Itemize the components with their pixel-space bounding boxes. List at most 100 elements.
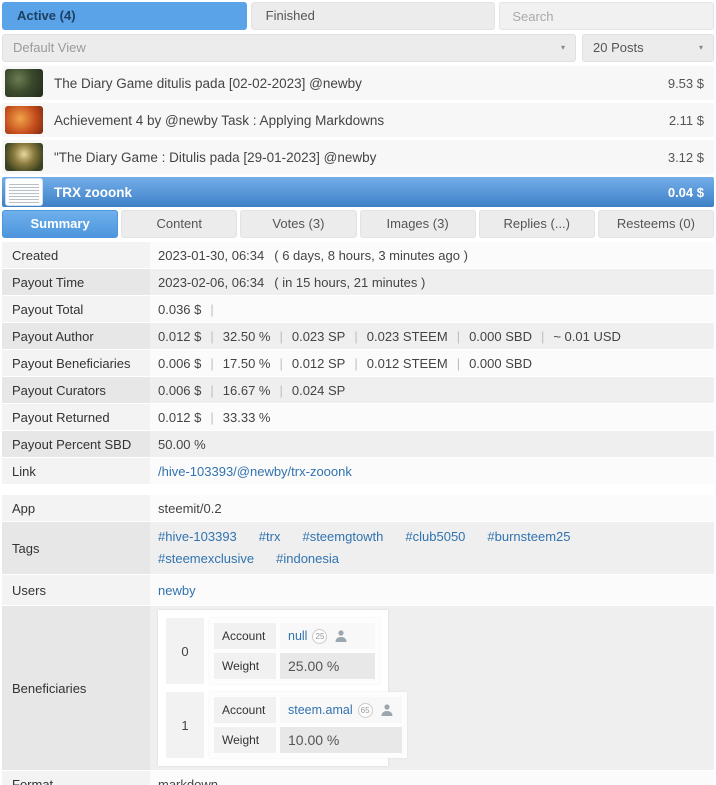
tag-link[interactable]: #club5050 bbox=[405, 526, 465, 548]
filter-bar: Default View ▾ 20 Posts ▾ bbox=[2, 34, 714, 62]
row-label: Created bbox=[2, 242, 150, 268]
summary-table: Created 2023-01-30, 06:34 ( 6 days, 8 ho… bbox=[2, 242, 714, 785]
search-input[interactable] bbox=[499, 2, 715, 30]
bene-sbd: 0.000 SBD bbox=[469, 355, 532, 371]
row-app: App steemit/0.2 bbox=[2, 495, 714, 521]
reputation-badge: 65 bbox=[357, 702, 373, 718]
payout-total-usd: 0.036 $ bbox=[158, 301, 202, 317]
view-select[interactable]: Default View ▾ bbox=[2, 34, 576, 62]
post-payout: 0.04 $ bbox=[667, 184, 704, 200]
post-payout: 9.53 $ bbox=[667, 75, 704, 91]
post-row[interactable]: The Diary Game ditulis pada [02-02-2023]… bbox=[2, 66, 714, 100]
tag-link[interactable]: #burnsteem25 bbox=[487, 526, 570, 548]
post-thumbnail-image bbox=[5, 178, 43, 206]
row-payout-percent-sbd: Payout Percent SBD 50.00 % bbox=[2, 431, 714, 457]
pipe-divider: | bbox=[210, 301, 214, 317]
row-label: Payout Percent SBD bbox=[2, 431, 150, 457]
row-payout-beneficiaries: Payout Beneficiaries 0.006 $ | 17.50 % |… bbox=[2, 350, 714, 376]
post-payout: 2.11 $ bbox=[668, 112, 704, 128]
pipe-divider: | bbox=[279, 355, 283, 371]
row-users: Users newby bbox=[2, 575, 714, 605]
tag-link[interactable]: #steemgtowth bbox=[302, 526, 383, 548]
percent-sbd-value: 50.00 % bbox=[158, 436, 206, 452]
reputation-badge: 25 bbox=[312, 628, 328, 644]
post-row-selected[interactable]: TRX zooonk 0.04 $ bbox=[2, 177, 714, 207]
row-label: Tags bbox=[2, 522, 150, 574]
beneficiary-account-link[interactable]: steem.amal bbox=[288, 703, 353, 717]
row-created: Created 2023-01-30, 06:34 ( 6 days, 8 ho… bbox=[2, 242, 714, 268]
post-row[interactable]: Achievement 4 by @newby Task : Applying … bbox=[2, 103, 714, 137]
row-payout-curators: Payout Curators 0.006 $ | 16.67 % | 0.02… bbox=[2, 377, 714, 403]
tab-summary[interactable]: Summary bbox=[2, 210, 119, 238]
row-label: Link bbox=[2, 458, 150, 484]
author-usd-approx: ~ 0.01 USD bbox=[553, 328, 621, 344]
curators-usd: 0.006 $ bbox=[158, 382, 202, 398]
pipe-divider: | bbox=[210, 355, 214, 371]
detail-tab-bar: Summary Content Votes (3) Images (3) Rep… bbox=[2, 210, 715, 238]
bene-usd: 0.006 $ bbox=[158, 355, 202, 371]
tag-link[interactable]: #indonesia bbox=[276, 548, 339, 570]
beneficiary-account-link[interactable]: null bbox=[288, 629, 307, 643]
chevron-down-icon: ▾ bbox=[698, 43, 703, 52]
pipe-divider: | bbox=[279, 328, 283, 344]
pipe-divider: | bbox=[210, 328, 214, 344]
curators-percent: 16.67 % bbox=[222, 382, 271, 398]
beneficiary-weight: 10.00 % bbox=[280, 727, 402, 753]
post-title: "The Diary Game : Ditulis pada [29-01-20… bbox=[54, 149, 377, 165]
tab-images[interactable]: Images (3) bbox=[359, 210, 476, 238]
post-payout: 3.12 $ bbox=[667, 149, 704, 165]
row-payout-total: Payout Total 0.036 $ | bbox=[2, 296, 714, 322]
row-link: Link /hive-103393/@newby/trx-zooonk bbox=[2, 458, 714, 484]
post-thumbnail-image bbox=[5, 143, 43, 171]
pipe-divider: | bbox=[354, 355, 358, 371]
author-usd: 0.012 $ bbox=[158, 328, 202, 344]
pipe-divider: | bbox=[210, 409, 214, 425]
row-label: App bbox=[2, 495, 150, 521]
tab-votes[interactable]: Votes (3) bbox=[240, 210, 357, 238]
row-label: Format bbox=[2, 771, 150, 785]
post-permalink[interactable]: /hive-103393/@newby/trx-zooonk bbox=[158, 464, 352, 479]
beneficiaries-table: 0 Account null 25 Weight 25.00 % 1 Accou… bbox=[158, 610, 407, 766]
tab-replies[interactable]: Replies (...) bbox=[478, 210, 595, 238]
format-value: markdown bbox=[158, 776, 218, 785]
view-select-value: Default View bbox=[13, 40, 86, 55]
post-title: TRX zooonk bbox=[54, 184, 132, 200]
tab-content[interactable]: Content bbox=[121, 210, 238, 238]
chevron-down-icon: ▾ bbox=[560, 43, 565, 52]
row-payout-author: Payout Author 0.012 $ | 32.50 % | 0.023 … bbox=[2, 323, 714, 349]
tab-finished-posts[interactable]: Finished bbox=[250, 2, 496, 30]
post-explorer: Active (4) Finished Default View ▾ 20 Po… bbox=[0, 0, 716, 785]
beneficiary-index: 0 bbox=[166, 618, 204, 684]
tag-link[interactable]: #trx bbox=[259, 526, 281, 548]
author-steem: 0.023 STEEM bbox=[366, 328, 448, 344]
row-beneficiaries: Beneficiaries 0 Account null 25 Weight 2… bbox=[2, 606, 714, 770]
row-payout-returned: Payout Returned 0.012 $ | 33.33 % bbox=[2, 404, 714, 430]
tab-active-posts[interactable]: Active (4) bbox=[2, 2, 247, 30]
post-count-value: 20 Posts bbox=[593, 40, 644, 55]
row-label: Payout Beneficiaries bbox=[2, 350, 150, 376]
tag-link[interactable]: #hive-103393 bbox=[158, 526, 237, 548]
post-title: Achievement 4 by @newby Task : Applying … bbox=[54, 112, 385, 128]
user-link[interactable]: newby bbox=[158, 583, 196, 598]
pipe-divider: | bbox=[540, 328, 545, 344]
tab-resteems[interactable]: Resteems (0) bbox=[597, 210, 715, 238]
user-icon[interactable] bbox=[334, 629, 348, 643]
search-box bbox=[499, 2, 715, 30]
row-label: Payout Author bbox=[2, 323, 150, 349]
bene-percent: 17.50 % bbox=[222, 355, 271, 371]
post-list: The Diary Game ditulis pada [02-02-2023]… bbox=[2, 66, 714, 207]
row-label: Payout Curators bbox=[2, 377, 150, 403]
post-title: The Diary Game ditulis pada [02-02-2023]… bbox=[54, 75, 362, 91]
weight-label: Weight bbox=[214, 727, 276, 753]
row-label: Payout Total bbox=[2, 296, 150, 322]
row-label: Beneficiaries bbox=[2, 606, 150, 770]
pipe-divider: | bbox=[210, 382, 214, 398]
author-percent: 32.50 % bbox=[222, 328, 271, 344]
user-icon[interactable] bbox=[380, 703, 394, 717]
pipe-divider: | bbox=[279, 382, 283, 398]
tag-link[interactable]: #steemexclusive bbox=[158, 548, 254, 570]
bene-sp: 0.012 SP bbox=[291, 355, 346, 371]
post-count-select[interactable]: 20 Posts ▾ bbox=[582, 34, 714, 62]
account-label: Account bbox=[214, 697, 276, 723]
post-row[interactable]: "The Diary Game : Ditulis pada [29-01-20… bbox=[2, 140, 714, 174]
